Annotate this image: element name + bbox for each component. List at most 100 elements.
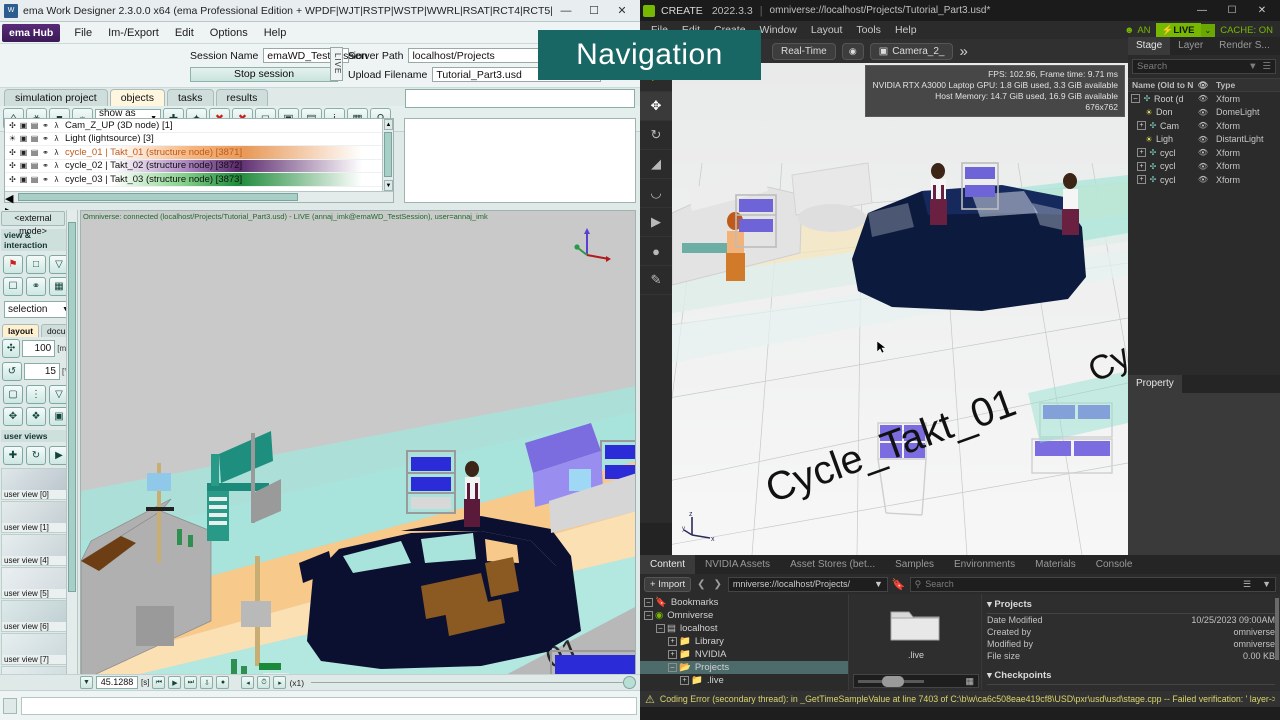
tab-layer[interactable]: Layer xyxy=(1170,37,1211,55)
menu-item-help[interactable]: Help xyxy=(888,24,924,36)
table-row[interactable]: + ✣ cycl 👁 Xform xyxy=(1128,146,1280,160)
connect-icon[interactable]: ✥ xyxy=(3,407,23,426)
table-row[interactable]: + ✣ cycl 👁 Xform xyxy=(1128,173,1280,187)
omniverse-3d-viewport[interactable]: Cycle_Takt_01 Cycl FPS: 102.96, Frame ti… xyxy=(672,63,1128,555)
scroll-down-icon[interactable]: ▼ xyxy=(384,180,393,191)
list-item[interactable]: user view [7] xyxy=(1,633,74,665)
list-item[interactable]: – ▤ localhost xyxy=(640,622,848,635)
import-button[interactable]: + Import xyxy=(644,576,692,592)
tab-objects[interactable]: objects xyxy=(109,89,165,106)
selection-mode-combo[interactable]: selection ▼ xyxy=(4,301,73,318)
close-button[interactable]: ✕ xyxy=(1247,0,1277,21)
table-row[interactable]: ☀ Ligh 👁 DistantLight xyxy=(1128,133,1280,147)
timeline-slider[interactable] xyxy=(311,676,636,689)
step-back-icon[interactable]: ◂ xyxy=(241,676,255,689)
list-item[interactable]: user view [0] xyxy=(1,468,74,500)
minimize-button[interactable]: — xyxy=(552,1,580,21)
grid-view-icon[interactable]: ▦ xyxy=(965,676,974,687)
table-row[interactable]: ☀ Don 👁 DomeLight xyxy=(1128,106,1280,120)
hamburger-icon[interactable]: ☰ xyxy=(1262,61,1271,72)
record-icon[interactable]: ● xyxy=(216,676,230,689)
time-input[interactable]: 45.1288 xyxy=(96,676,138,689)
menu-item-options[interactable]: Options xyxy=(202,25,256,41)
collapse-icon[interactable]: – xyxy=(1131,94,1140,104)
minimize-button[interactable]: — xyxy=(1187,0,1217,21)
box-select-icon[interactable]: □ xyxy=(26,255,46,274)
object-properties-panel[interactable] xyxy=(404,118,636,203)
flag-marker-icon[interactable]: ⚑ xyxy=(3,255,23,274)
object-tree[interactable]: ✣ ▣ ▤ ⚭ λ Cam_Z_UP (3D node) [1] ☀ ▣ ▤ ⚭… xyxy=(4,118,394,218)
visibility-icon[interactable]: ◉ xyxy=(841,42,864,60)
tab-render-settings[interactable]: Render S... xyxy=(1211,37,1278,55)
ema-hub-button[interactable]: ema Hub xyxy=(2,23,61,42)
add-view-icon[interactable]: ✚ xyxy=(3,446,23,465)
menu-item-file[interactable]: File xyxy=(66,25,100,41)
visibility-icon[interactable]: 👁 xyxy=(1196,94,1210,103)
visibility-icon[interactable]: 👁 xyxy=(1196,121,1210,130)
chevron-down-icon[interactable]: ⌄ xyxy=(1200,23,1216,37)
export-icon[interactable]: ⇩ xyxy=(200,676,214,689)
collapse-icon[interactable]: – xyxy=(644,598,653,607)
bookmark-icon[interactable]: 🔖 xyxy=(892,578,906,591)
tab-environments[interactable]: Environments xyxy=(944,555,1025,574)
expand-icon[interactable]: + xyxy=(668,650,677,659)
translate-grid-icon[interactable]: ✣ xyxy=(2,339,21,358)
menu-item-help[interactable]: Help xyxy=(256,25,295,41)
table-row[interactable]: + ✣ Cam 👁 Xform xyxy=(1128,119,1280,133)
rotate-icon[interactable]: ↻ xyxy=(640,121,672,150)
table-row[interactable]: ☀ ▣ ▤ ⚭ λ Light (lightsource) [3] xyxy=(5,133,393,146)
render-mode-button[interactable]: Real-Time xyxy=(772,42,836,60)
filter-icon[interactable]: ▼ xyxy=(1262,579,1271,589)
expand-icon[interactable]: + xyxy=(1137,121,1146,131)
list-item[interactable]: + 📁 .live xyxy=(640,674,848,687)
play-icon[interactable]: ▶ xyxy=(168,676,182,689)
table-row[interactable]: ✣ ▣ ▤ ⚭ λ cycle_03 | Takt_03 (structure … xyxy=(5,173,393,187)
move-object-icon[interactable]: ▢ xyxy=(3,385,23,404)
list-item[interactable]: – 📂 Projects xyxy=(640,661,848,674)
chevron-down-icon[interactable]: ▼ xyxy=(874,579,883,589)
tree-vertical-scrollbar[interactable]: ▲ ▼ xyxy=(382,119,393,202)
tab-simulation-project[interactable]: simulation project xyxy=(4,89,108,106)
visibility-icon[interactable]: 👁 xyxy=(1196,162,1210,171)
visibility-icon[interactable]: 👁 xyxy=(1196,175,1210,184)
list-item[interactable]: – ◉ Omniverse xyxy=(640,609,848,622)
thumbnail-size-slider[interactable]: ▦ xyxy=(853,674,979,688)
scale-icon[interactable]: ◢ xyxy=(640,150,672,179)
scrollbar-thumb[interactable] xyxy=(384,132,392,177)
camera-selector[interactable]: ▣ Camera_2_ xyxy=(869,42,954,60)
tab-content[interactable]: Content xyxy=(640,555,696,574)
tab-console[interactable]: Console xyxy=(1086,555,1143,574)
scrollbar-thumb[interactable] xyxy=(18,193,298,201)
collapse-icon[interactable]: – xyxy=(668,663,677,672)
rect-select-icon[interactable]: ☐ xyxy=(3,277,23,296)
filter-icon[interactable]: ▼ xyxy=(1248,61,1257,72)
table-row[interactable]: – ✣ Root (d 👁 Xform xyxy=(1128,92,1280,106)
tab-materials[interactable]: Materials xyxy=(1025,555,1086,574)
content-search-input[interactable]: ⚲ Search ☰ ▼ xyxy=(909,576,1276,592)
skip-start-icon[interactable]: ⏮ xyxy=(152,676,166,689)
expand-icon[interactable]: + xyxy=(668,637,677,646)
collapse-icon[interactable]: – xyxy=(656,624,665,633)
visibility-icon[interactable]: 👁 xyxy=(1196,108,1210,117)
scroll-up-icon[interactable]: ▲ xyxy=(384,119,393,130)
snap-magnet-icon[interactable]: ◡ xyxy=(640,179,672,208)
filter-input[interactable] xyxy=(405,89,635,108)
move-icon[interactable]: ✥ xyxy=(640,92,672,121)
scatter-icon[interactable]: ❖ xyxy=(26,407,46,426)
table-row[interactable]: ✣ ▣ ▤ ⚭ λ cycle_02 | Takt_02 (structure … xyxy=(5,159,393,173)
expand-icon[interactable]: + xyxy=(680,676,689,685)
step-forward-icon[interactable]: ▸ xyxy=(273,676,287,689)
list-item[interactable]: + 📁 Library xyxy=(640,635,848,648)
tree-horizontal-scrollbar[interactable]: ◀ ▶ xyxy=(5,191,393,218)
angle-step-input[interactable]: 15 xyxy=(24,363,60,380)
tab-samples[interactable]: Samples xyxy=(885,555,944,574)
refresh-view-icon[interactable]: ↻ xyxy=(26,446,46,465)
menu-item-edit[interactable]: Edit xyxy=(167,25,202,41)
checkpoints-title[interactable]: ▾ Checkpoints xyxy=(987,668,1275,685)
expand-icon[interactable]: + xyxy=(1137,175,1146,185)
menu-item-layout[interactable]: Layout xyxy=(804,24,850,36)
list-item[interactable]: user view [4] xyxy=(1,534,74,566)
table-row[interactable]: + ✣ cycl 👁 Xform xyxy=(1128,160,1280,174)
chevron-down-icon[interactable]: ▼ xyxy=(80,676,93,689)
expand-icon[interactable]: + xyxy=(1137,161,1146,171)
